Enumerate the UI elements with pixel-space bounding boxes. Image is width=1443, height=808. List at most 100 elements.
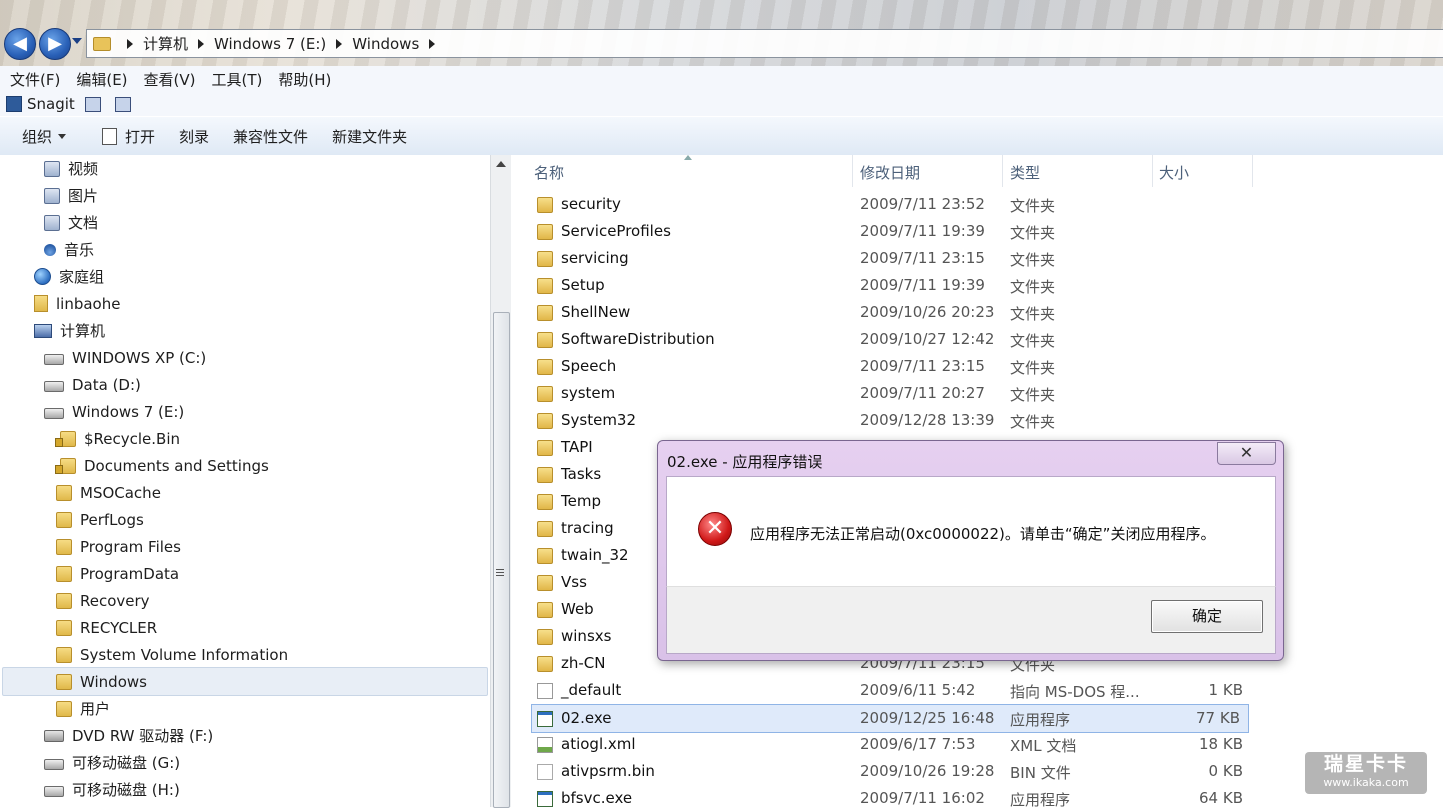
folder-icon xyxy=(537,197,553,213)
menu-file[interactable]: 文件(F) xyxy=(10,69,60,90)
nav-item-removable-h[interactable]: 可移动磁盘 (H:) xyxy=(44,776,180,803)
file-row[interactable]: ShellNew 2009/10/26 20:23 文件夹 xyxy=(511,299,1251,326)
file-row[interactable]: system 2009/7/11 20:27 文件夹 xyxy=(511,380,1251,407)
breadcrumb-arrow-icon[interactable] xyxy=(127,38,133,49)
address-bar[interactable]: 计算机 Windows 7 (E:) Windows xyxy=(86,29,1443,58)
file-row[interactable]: Setup 2009/7/11 19:39 文件夹 xyxy=(511,272,1251,299)
nav-item-folder[interactable]: MSOCache xyxy=(56,479,161,506)
folder-icon xyxy=(56,592,72,609)
nav-item-user[interactable]: linbaohe xyxy=(34,290,120,317)
nav-item-folder[interactable]: Recovery xyxy=(56,587,150,614)
splitter-grip-icon[interactable] xyxy=(496,569,504,578)
burn-button[interactable]: 刻录 xyxy=(179,126,209,147)
forward-button[interactable]: ▶ xyxy=(39,28,71,60)
navigation-scrollbar[interactable] xyxy=(490,155,511,808)
nav-label: 用户 xyxy=(80,700,111,718)
file-row[interactable]: Speech 2009/7/11 23:15 文件夹 xyxy=(511,353,1251,380)
file-name: atiogl.xml xyxy=(561,735,636,753)
menu-edit[interactable]: 编辑(E) xyxy=(76,69,127,90)
nav-item-removable-g[interactable]: 可移动磁盘 (G:) xyxy=(44,749,180,776)
file-name: winsxs xyxy=(561,627,612,645)
column-divider[interactable] xyxy=(852,155,853,187)
snagit-options-icon[interactable] xyxy=(114,96,131,112)
folder-icon xyxy=(56,484,72,501)
nav-item-dvd-drive[interactable]: DVD RW 驱动器 (F:) xyxy=(44,722,213,749)
nav-item-folder[interactable]: Program Files xyxy=(56,533,181,560)
ok-button[interactable]: 确定 xyxy=(1151,600,1263,633)
new-folder-button[interactable]: 新建文件夹 xyxy=(332,126,407,147)
menu-help[interactable]: 帮助(H) xyxy=(278,69,331,90)
nav-item-folder[interactable]: $Recycle.Bin xyxy=(55,425,180,452)
nav-item-drive-e[interactable]: Windows 7 (E:) xyxy=(44,398,184,425)
file-date: 2009/7/11 23:15 xyxy=(860,357,985,375)
music-library-icon xyxy=(44,243,56,256)
file-type: 应用程序 xyxy=(1010,711,1071,729)
history-dropdown-icon[interactable] xyxy=(72,38,82,44)
dialog-close-button[interactable]: ✕ xyxy=(1217,442,1276,465)
error-dialog: 02.exe - 应用程序错误 ✕ ✕ 应用程序无法正常启动(0xc000002… xyxy=(657,440,1284,661)
new-folder-label: 新建文件夹 xyxy=(332,127,408,146)
open-button[interactable]: 打开 xyxy=(102,126,155,147)
open-label: 打开 xyxy=(125,127,156,146)
file-row[interactable]: SoftwareDistribution 2009/10/27 12:42 文件夹 xyxy=(511,326,1251,353)
column-type[interactable]: 类型 xyxy=(1010,162,1040,183)
compat-files-button[interactable]: 兼容性文件 xyxy=(233,126,308,147)
nav-item-drive-d[interactable]: Data (D:) xyxy=(44,371,141,398)
back-button[interactable]: ◀ xyxy=(4,28,36,60)
breadcrumb-arrow-icon[interactable] xyxy=(429,38,436,49)
file-row[interactable]: ServiceProfiles 2009/7/11 19:39 文件夹 xyxy=(511,218,1251,245)
nav-item-folder[interactable]: 用户 xyxy=(56,695,110,722)
folder-icon xyxy=(93,36,111,51)
file-row-selected[interactable]: 02.exe 2009/12/25 16:48 应用程序 77 KB xyxy=(531,704,1249,733)
nav-item-drive-c[interactable]: WINDOWS XP (C:) xyxy=(44,344,206,371)
nav-item-folder[interactable]: ProgramData xyxy=(56,560,179,587)
scroll-up-icon[interactable] xyxy=(496,161,506,167)
file-type: 文件夹 xyxy=(1010,251,1056,269)
homegroup-icon xyxy=(34,268,51,285)
nav-item-videos[interactable]: 视频 xyxy=(44,155,98,182)
nav-item-homegroup[interactable]: 家庭组 xyxy=(34,263,104,290)
file-row[interactable]: security 2009/7/11 23:52 文件夹 xyxy=(511,191,1251,218)
column-name[interactable]: 名称 xyxy=(534,162,564,183)
menu-tools[interactable]: 工具(T) xyxy=(212,69,263,90)
snagit-button[interactable]: Snagit xyxy=(27,95,75,113)
file-row[interactable]: System32 2009/12/28 13:39 文件夹 xyxy=(511,407,1251,434)
menu-view[interactable]: 查看(V) xyxy=(144,69,196,90)
scrollbar-thumb[interactable] xyxy=(493,312,510,808)
column-size[interactable]: 大小 xyxy=(1159,162,1189,183)
snagit-capture-icon[interactable] xyxy=(84,96,101,112)
column-date[interactable]: 修改日期 xyxy=(860,162,920,183)
folder-icon xyxy=(537,521,553,537)
column-divider[interactable] xyxy=(1152,155,1153,187)
folder-icon xyxy=(56,646,72,663)
file-name: tracing xyxy=(561,519,614,537)
nav-item-folder[interactable]: System Volume Information xyxy=(56,641,288,668)
nav-label: Recovery xyxy=(80,591,150,610)
breadcrumb-arrow-icon[interactable] xyxy=(336,38,343,49)
file-name: 02.exe xyxy=(561,709,612,727)
nav-item-pictures[interactable]: 图片 xyxy=(44,182,98,209)
nav-item-music[interactable]: 音乐 xyxy=(44,236,94,263)
nav-item-folder[interactable]: RECYCLER xyxy=(56,614,157,641)
column-divider[interactable] xyxy=(1002,155,1003,187)
file-name: bfsvc.exe xyxy=(561,789,633,807)
nav-item-windows-selected[interactable]: Windows xyxy=(2,667,488,696)
nav-label: Windows xyxy=(80,672,147,691)
nav-item-computer[interactable]: 计算机 xyxy=(34,317,105,344)
nav-item-folder[interactable]: PerfLogs xyxy=(56,506,144,533)
nav-item-folder[interactable]: Documents and Settings xyxy=(55,452,269,479)
dvd-drive-icon xyxy=(44,729,64,742)
nav-item-documents[interactable]: 文档 xyxy=(44,209,98,236)
file-row[interactable]: _default 2009/6/11 5:42 指向 MS-DOS 程... 1 KB xyxy=(511,677,1251,704)
folder-icon xyxy=(56,511,72,528)
file-row[interactable]: ativpsrm.bin 2009/10/26 19:28 BIN 文件 0 KB xyxy=(511,758,1251,785)
breadcrumb-windows[interactable]: Windows xyxy=(352,35,419,53)
file-row[interactable]: bfsvc.exe 2009/7/11 16:02 应用程序 64 KB xyxy=(511,785,1251,807)
organize-button[interactable]: 组织 xyxy=(22,126,67,147)
breadcrumb-drive[interactable]: Windows 7 (E:) xyxy=(214,35,326,53)
column-divider[interactable] xyxy=(1252,155,1253,187)
breadcrumb-arrow-icon[interactable] xyxy=(198,38,205,49)
file-row[interactable]: servicing 2009/7/11 23:15 文件夹 xyxy=(511,245,1251,272)
breadcrumb-computer[interactable]: 计算机 xyxy=(143,33,188,54)
file-row[interactable]: atiogl.xml 2009/6/17 7:53 XML 文档 18 KB xyxy=(511,731,1251,758)
